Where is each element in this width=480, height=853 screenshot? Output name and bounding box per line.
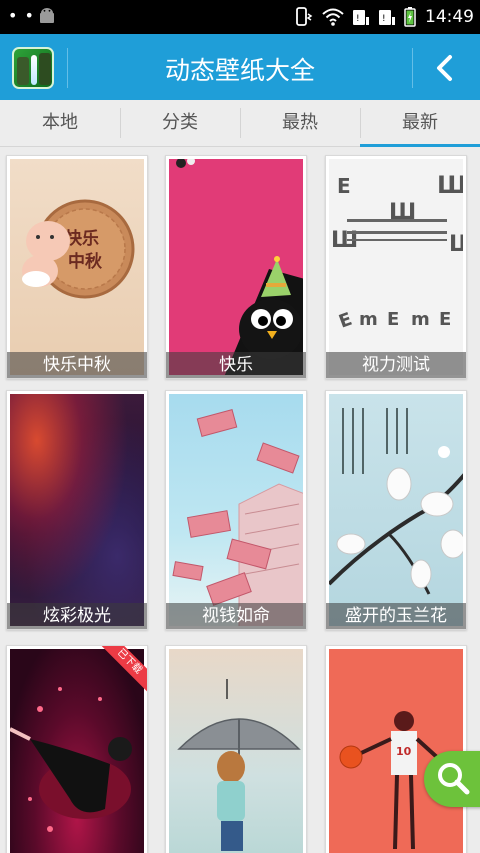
wallpaper-title: 炫彩极光 bbox=[7, 603, 147, 629]
wifi-icon bbox=[322, 8, 344, 26]
status-bar: • • • ! ! 14:49 bbox=[0, 0, 480, 34]
signal-sim1-icon: ! bbox=[353, 10, 369, 25]
wallpaper-card-umbrella[interactable] bbox=[165, 645, 307, 853]
divider bbox=[412, 48, 413, 88]
wallpaper-thumbnail bbox=[10, 394, 144, 626]
svg-text:10: 10 bbox=[396, 745, 412, 758]
phone-vibrate-icon bbox=[296, 7, 313, 26]
wallpaper-title: 盛开的玉兰花 bbox=[326, 603, 466, 629]
wallpaper-card-dancer[interactable]: 已下载 bbox=[6, 645, 148, 853]
banknotes-illustration bbox=[172, 409, 303, 626]
wallpaper-title: 快乐中秋 bbox=[7, 352, 147, 378]
wallpaper-title: 视钱如命 bbox=[166, 603, 306, 629]
wallpaper-card-happy[interactable]: 快乐 bbox=[165, 155, 307, 379]
svg-text:快乐: 快乐 bbox=[65, 228, 99, 249]
svg-text:E: E bbox=[337, 174, 351, 198]
android-icon bbox=[40, 8, 54, 23]
wallpaper-thumbnail bbox=[10, 649, 144, 853]
wallpaper-title: 快乐 bbox=[166, 352, 306, 378]
svg-text:!: ! bbox=[356, 14, 360, 24]
wallpaper-thumbnail bbox=[169, 649, 303, 853]
wallpaper-card-mid-autumn[interactable]: 快乐 中秋 快乐中秋 bbox=[6, 155, 148, 379]
wallpaper-thumbnail: E Ш Ш Ш Ш E m E m E bbox=[329, 159, 463, 375]
battery-charging-icon bbox=[404, 7, 416, 27]
penguin-illustration bbox=[176, 159, 303, 375]
eye-chart-illustration: E Ш Ш Ш Ш E m E m E bbox=[331, 171, 463, 333]
mooncake-baby-illustration: 快乐 中秋 bbox=[22, 199, 135, 299]
tab-category[interactable]: 分类 bbox=[120, 100, 240, 146]
magnolia-illustration bbox=[329, 408, 463, 595]
signal-sim2-icon: ! bbox=[379, 10, 395, 25]
dancer-illustration bbox=[10, 687, 132, 832]
umbrella-girl-illustration bbox=[177, 679, 301, 851]
wallpaper-card-magnolia[interactable]: 盛开的玉兰花 bbox=[325, 390, 467, 630]
svg-text:m: m bbox=[411, 309, 430, 330]
svg-text:E: E bbox=[336, 309, 355, 333]
wallpaper-thumbnail: 快乐 中秋 bbox=[10, 159, 144, 375]
tab-local[interactable]: 本地 bbox=[0, 100, 120, 146]
svg-text:Ш: Ш bbox=[437, 171, 463, 199]
svg-text:m: m bbox=[359, 309, 378, 330]
page-title: 动态壁纸大全 bbox=[164, 56, 315, 85]
wallpaper-thumbnail bbox=[329, 394, 463, 626]
svg-text:E: E bbox=[387, 309, 399, 330]
svg-text:中秋: 中秋 bbox=[68, 251, 103, 272]
tab-hottest[interactable]: 最热 bbox=[240, 100, 360, 146]
wallpaper-title: 视力测试 bbox=[326, 352, 466, 378]
title-bar: 动态壁纸大全 bbox=[0, 34, 480, 100]
wallpaper-card-aurora[interactable]: 炫彩极光 bbox=[6, 390, 148, 630]
tab-bar: 本地 分类 最热 最新 bbox=[0, 100, 480, 147]
clock-time: 14:49 bbox=[425, 7, 474, 27]
tab-newest[interactable]: 最新 bbox=[360, 100, 480, 147]
svg-text:E: E bbox=[439, 309, 451, 330]
search-icon bbox=[438, 763, 470, 795]
back-chevron-icon[interactable] bbox=[420, 46, 470, 90]
wallpaper-thumbnail bbox=[169, 159, 303, 375]
wallpaper-card-money[interactable]: 视钱如命 bbox=[165, 390, 307, 630]
svg-text:!: ! bbox=[382, 14, 386, 24]
svg-text:Ш: Ш bbox=[449, 232, 463, 257]
wallpaper-card-eye-test[interactable]: E Ш Ш Ш Ш E m E m E bbox=[325, 155, 467, 379]
search-fab-button[interactable] bbox=[424, 751, 480, 807]
wallpaper-card-basketball[interactable]: 10 bbox=[325, 645, 467, 853]
wallpaper-thumbnail bbox=[169, 394, 303, 626]
